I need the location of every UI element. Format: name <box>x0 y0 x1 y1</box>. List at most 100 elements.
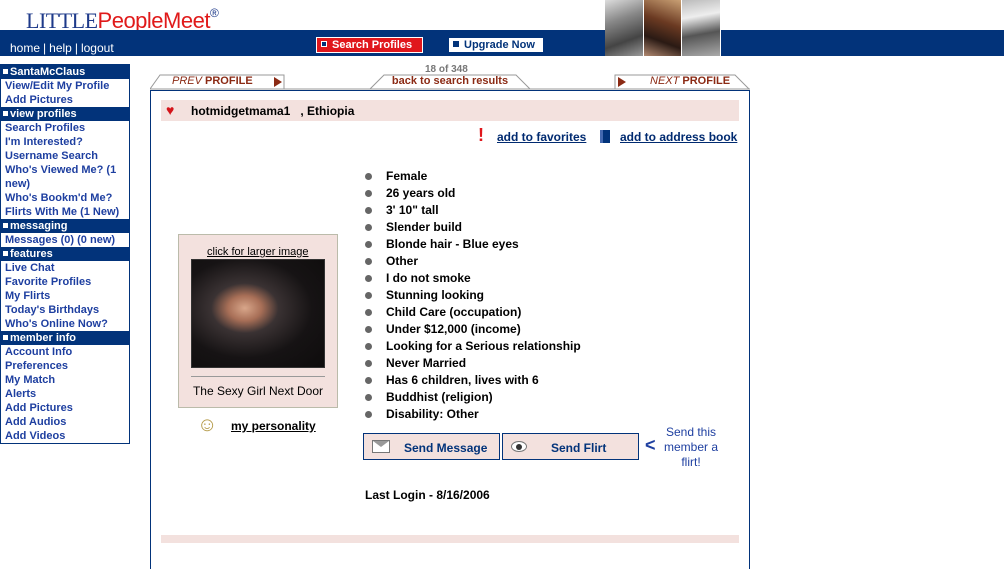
bullet-icon <box>365 309 372 316</box>
bullet-icon <box>453 41 459 47</box>
detail-item: Female <box>363 168 581 185</box>
header-photo <box>682 0 721 56</box>
sidebar-item-todays-birthdays[interactable]: Today's Birthdays <box>1 303 129 317</box>
last-login: Last Login - 8/16/2006 <box>365 488 490 502</box>
bullet-icon <box>365 292 372 299</box>
exclamation-icon: ! <box>478 125 484 145</box>
sidebar-item-im-interested[interactable]: I'm Interested? <box>1 135 129 149</box>
next-label: PROFILE <box>682 75 731 87</box>
detail-item: Disability: Other <box>363 406 581 423</box>
sidebar-item-search-profiles[interactable]: Search Profiles <box>1 121 129 135</box>
sidebar-item-whos-bookmarked-me[interactable]: Who's Bookm'd Me? <box>1 191 129 205</box>
bullet-icon <box>365 377 372 384</box>
back-to-search-results-link[interactable]: back to search results <box>370 74 530 90</box>
sidebar-item-add-pictures-2[interactable]: Add Pictures <box>1 401 129 415</box>
send-message-label: Send Message <box>404 441 488 455</box>
top-links: home | help | logout <box>10 41 114 55</box>
bullet-icon <box>3 223 8 228</box>
my-personality-link[interactable]: my personality <box>231 419 316 433</box>
sidebar-item-my-flirts[interactable]: My Flirts <box>1 289 129 303</box>
bullet-icon <box>365 394 372 401</box>
sidebar-header-member-info: member info <box>1 331 129 345</box>
profile-photo[interactable] <box>191 259 325 368</box>
bullet-icon <box>3 111 8 116</box>
detail-item: Buddhist (religion) <box>363 389 581 406</box>
heart-icon: ♥ <box>166 102 175 118</box>
upgrade-now-label: Upgrade Now <box>464 39 535 51</box>
bullet-icon <box>365 326 372 333</box>
envelope-icon <box>372 440 390 453</box>
bullet-icon <box>365 360 372 367</box>
header-photo <box>643 0 683 56</box>
detail-item: Looking for a Serious relationship <box>363 338 581 355</box>
link-separator: | <box>43 41 47 55</box>
send-message-button[interactable]: Send Message <box>363 433 500 460</box>
link-separator: | <box>74 41 78 55</box>
sidebar-item-live-chat[interactable]: Live Chat <box>1 261 129 275</box>
header-photos <box>605 0 721 56</box>
sidebar-header-features: features <box>1 247 129 261</box>
eye-icon <box>511 441 527 452</box>
bullet-icon <box>365 411 372 418</box>
sidebar: SantaMcClaus View/Edit My Profile Add Pi… <box>0 64 130 444</box>
logout-link[interactable]: logout <box>81 41 114 55</box>
prev-label: PROFILE <box>205 75 253 87</box>
profile-details-list: Female 26 years old 3' 10" tall Slender … <box>363 168 581 423</box>
detail-item: Stunning looking <box>363 287 581 304</box>
photo-caption: The Sexy Girl Next Door <box>192 384 324 398</box>
photo-divider <box>191 376 325 377</box>
book-icon <box>600 130 610 143</box>
detail-item: Has 6 children, lives with 6 <box>363 372 581 389</box>
site-logo[interactable]: LITTLEPeopleMeet® <box>26 6 219 33</box>
sidebar-item-messages[interactable]: Messages (0) (0 new) <box>1 233 129 247</box>
detail-item: 3' 10" tall <box>363 202 581 219</box>
sidebar-item-alerts[interactable]: Alerts <box>1 387 129 401</box>
click-larger-image-link[interactable]: click for larger image <box>207 246 308 258</box>
sidebar-header-messaging: messaging <box>1 219 129 233</box>
sidebar-item-flirts-with-me[interactable]: Flirts With Me (1 New) <box>1 205 129 219</box>
bullet-icon <box>365 258 372 265</box>
profile-username: hotmidgetmama1 , Ethiopia <box>191 104 354 118</box>
bullet-icon <box>365 275 372 282</box>
sidebar-header-user: SantaMcClaus <box>1 65 129 79</box>
sidebar-item-whos-viewed-me[interactable]: Who's Viewed Me? (1 new) <box>1 163 129 191</box>
help-link[interactable]: help <box>49 41 72 55</box>
sidebar-item-add-audios[interactable]: Add Audios <box>1 415 129 429</box>
bullet-icon <box>3 335 8 340</box>
detail-item: Blonde hair - Blue eyes <box>363 236 581 253</box>
sidebar-item-my-match[interactable]: My Match <box>1 373 129 387</box>
detail-item: Never Married <box>363 355 581 372</box>
prev-profile-link[interactable]: PREV PROFILE <box>150 74 284 90</box>
username: hotmidgetmama1 <box>191 104 291 118</box>
bullet-icon <box>365 190 372 197</box>
send-flirt-hint[interactable]: Send this member a flirt! <box>662 425 720 470</box>
profile-footer-bar <box>161 535 739 543</box>
bullet-icon <box>365 224 372 231</box>
arrow-left-icon: < <box>645 435 656 455</box>
detail-item: Other <box>363 253 581 270</box>
sidebar-item-username-search[interactable]: Username Search <box>1 149 129 163</box>
sidebar-item-add-pictures[interactable]: Add Pictures <box>1 93 129 107</box>
header-photo <box>605 0 644 56</box>
send-flirt-button[interactable]: Send Flirt <box>502 433 639 460</box>
theater-masks-icon: ☺ <box>197 414 218 436</box>
next-label-em: NEXT <box>650 75 680 87</box>
detail-item: Slender build <box>363 219 581 236</box>
search-profiles-button[interactable]: Search Profiles <box>316 37 423 53</box>
home-link[interactable]: home <box>10 41 40 55</box>
sidebar-item-favorite-profiles[interactable]: Favorite Profiles <box>1 275 129 289</box>
detail-item: I do not smoke <box>363 270 581 287</box>
bullet-icon <box>365 241 372 248</box>
upgrade-now-button[interactable]: Upgrade Now <box>448 37 544 53</box>
sidebar-item-view-edit-profile[interactable]: View/Edit My Profile <box>1 79 129 93</box>
sidebar-header-view-profiles: view profiles <box>1 107 129 121</box>
sidebar-item-account-info[interactable]: Account Info <box>1 345 129 359</box>
sidebar-item-preferences[interactable]: Preferences <box>1 359 129 373</box>
send-flirt-label: Send Flirt <box>551 441 607 455</box>
detail-item: Child Care (occupation) <box>363 304 581 321</box>
add-to-address-book-link[interactable]: add to address book <box>620 130 737 144</box>
next-profile-link[interactable]: NEXT PROFILE <box>615 74 749 90</box>
sidebar-item-whos-online[interactable]: Who's Online Now? <box>1 317 129 331</box>
add-to-favorites-link[interactable]: add to favorites <box>497 130 586 144</box>
sidebar-item-add-videos[interactable]: Add Videos <box>1 429 129 443</box>
